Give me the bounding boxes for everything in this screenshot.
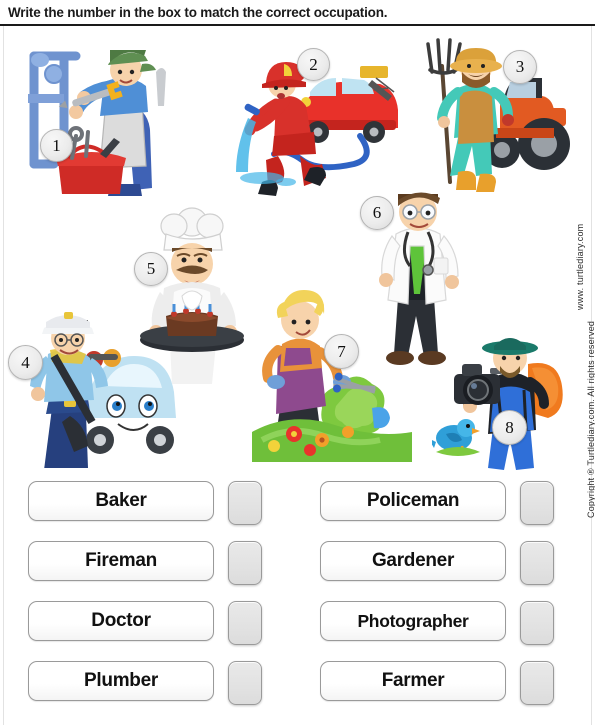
number-badge-8: 8 — [492, 410, 527, 445]
answer-column-right: Policeman Gardener Photographer Farmer — [320, 481, 590, 721]
badge-number: 8 — [505, 417, 514, 437]
occupation-label-farmer: Farmer — [320, 661, 506, 701]
plumber-artwork — [28, 50, 166, 196]
badge-number: 1 — [52, 135, 61, 155]
answer-input-baker[interactable] — [228, 481, 262, 525]
answer-row: Farmer — [320, 661, 590, 721]
badge-number: 2 — [309, 54, 318, 74]
website-url: www. turtlediary.com — [575, 223, 585, 310]
copyright-notice: Copyright ® Turtlediary.com. All rights … — [586, 320, 595, 518]
answer-input-policeman[interactable] — [520, 481, 554, 525]
page-title: Write the number in the box to match the… — [8, 4, 388, 20]
answer-input-photographer[interactable] — [520, 601, 554, 645]
answer-section: Baker Fireman Doctor Plumber Policeman G… — [0, 481, 595, 725]
worksheet-header: Write the number in the box to match the… — [0, 0, 595, 24]
answer-input-plumber[interactable] — [228, 661, 262, 705]
answer-row: Baker — [28, 481, 298, 541]
illustration-area: 1 2 3 4 5 6 7 8 — [0, 26, 595, 481]
number-badge-4: 4 — [8, 345, 43, 380]
occupation-label-photographer: Photographer — [320, 601, 506, 641]
occupation-label-text: Farmer — [381, 670, 445, 691]
number-badge-1: 1 — [40, 129, 73, 162]
occupation-label-text: Plumber — [84, 670, 158, 691]
answer-input-farmer[interactable] — [520, 661, 554, 705]
badge-number: 3 — [515, 57, 525, 76]
answer-input-fireman[interactable] — [228, 541, 262, 585]
occupation-label-text: Fireman — [85, 550, 157, 571]
occupation-label-text: Doctor — [91, 610, 151, 631]
occupation-label-baker: Baker — [28, 481, 214, 521]
answer-row: Doctor — [28, 601, 298, 661]
illustration-7-gardener: 7 — [252, 282, 412, 462]
number-badge-2: 2 — [297, 48, 330, 81]
occupation-label-plumber: Plumber — [28, 661, 214, 701]
number-badge-3: 3 — [503, 50, 537, 84]
answer-row: Gardener — [320, 541, 590, 601]
occupation-label-text: Baker — [95, 490, 147, 511]
answer-input-doctor[interactable] — [228, 601, 262, 645]
badge-number: 7 — [337, 341, 346, 361]
farmer-artwork — [426, 38, 570, 192]
number-badge-5: 5 — [134, 252, 168, 286]
answer-row: Policeman — [320, 481, 590, 541]
occupation-label-text: Photographer — [357, 610, 469, 631]
badge-number: 4 — [21, 352, 30, 372]
badge-number: 5 — [146, 259, 156, 278]
illustration-3-farmer: 3 — [404, 32, 582, 204]
number-badge-7: 7 — [324, 334, 359, 369]
occupation-label-text: Gardener — [371, 550, 455, 571]
badge-number: 6 — [372, 203, 382, 222]
worksheet-page: Write the number in the box to match the… — [0, 0, 595, 725]
answer-input-gardener[interactable] — [520, 541, 554, 585]
illustration-2-fireman: 2 — [232, 44, 407, 199]
occupation-label-fireman: Fireman — [28, 541, 214, 581]
answer-row: Photographer — [320, 601, 590, 661]
answer-row: Plumber — [28, 661, 298, 721]
occupation-label-gardener: Gardener — [320, 541, 506, 581]
gardener-artwork — [252, 290, 412, 462]
number-badge-6: 6 — [360, 196, 394, 230]
occupation-label-doctor: Doctor — [28, 601, 214, 641]
occupation-label-policeman: Policeman — [320, 481, 506, 521]
answer-column-left: Baker Fireman Doctor Plumber — [28, 481, 298, 721]
answer-row: Fireman — [28, 541, 298, 601]
photographer-artwork — [428, 338, 563, 470]
illustration-8-photographer: 8 — [428, 324, 580, 470]
occupation-label-text: Policeman — [366, 490, 460, 511]
illustration-1-plumber: 1 — [14, 34, 194, 199]
